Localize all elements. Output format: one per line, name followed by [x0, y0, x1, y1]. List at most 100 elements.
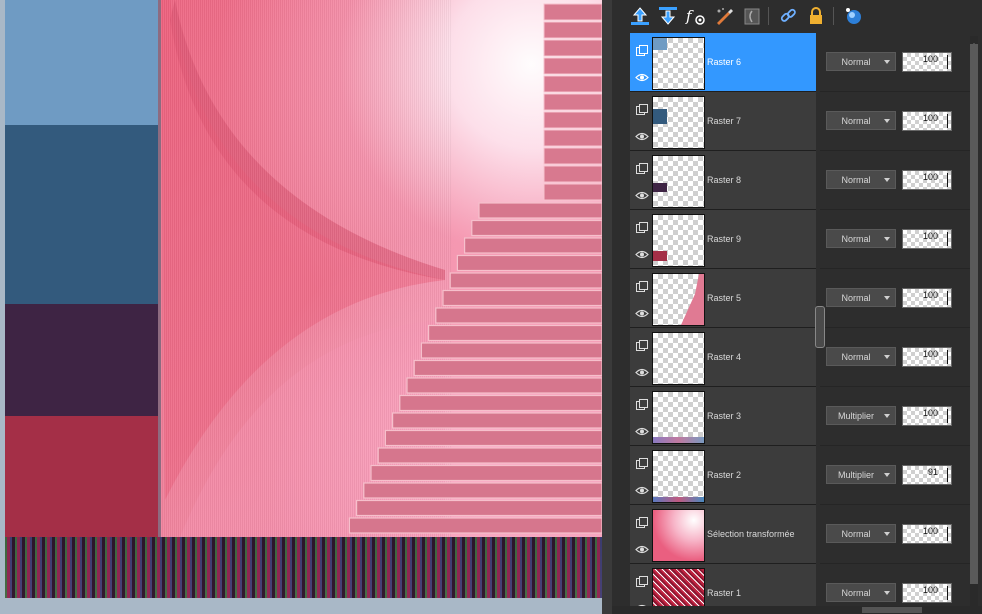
layer-thumbnail[interactable] — [652, 332, 705, 385]
layer-row-main[interactable]: Raster 7 — [630, 92, 816, 151]
layer-row-main[interactable]: Raster 3 — [630, 387, 816, 446]
layer-group-icon[interactable] — [636, 574, 649, 587]
visibility-eye-icon[interactable] — [635, 305, 649, 318]
layer-group-icon[interactable] — [636, 397, 649, 410]
layer-group-icon[interactable] — [636, 338, 649, 351]
opacity-field[interactable]: 100 — [902, 52, 952, 72]
layer-row[interactable]: Raster 2 Multiplier 91 — [630, 446, 970, 505]
layer-row-main[interactable]: Sélection transformée — [630, 505, 816, 564]
opacity-field[interactable]: 100 — [902, 111, 952, 131]
layer-row[interactable]: Raster 5 Normal 100 — [630, 269, 970, 328]
blend-mode-dropdown[interactable]: Multiplier — [826, 406, 896, 425]
opacity-slider-marker[interactable] — [947, 350, 948, 364]
visibility-eye-icon[interactable] — [635, 128, 649, 141]
layer-thumbnail[interactable] — [652, 37, 705, 90]
opacity-field[interactable]: 100 — [902, 229, 952, 249]
scrollbar-thumb[interactable] — [970, 44, 978, 584]
opacity-field[interactable]: 100 — [902, 347, 952, 367]
opacity-slider-marker[interactable] — [947, 527, 948, 541]
move-layer-down-icon[interactable] — [657, 5, 679, 27]
opacity-field[interactable]: 91 — [902, 465, 952, 485]
layer-group-icon[interactable] — [636, 279, 649, 292]
horizontal-scrollbar[interactable] — [612, 606, 982, 614]
opacity-slider-marker[interactable] — [947, 409, 948, 423]
layer-name[interactable]: Raster 5 — [707, 293, 741, 303]
layer-row-main[interactable]: Raster 4 — [630, 328, 816, 387]
blend-mode-dropdown[interactable]: Normal — [826, 52, 896, 71]
opacity-slider-marker[interactable] — [947, 468, 948, 482]
opacity-field[interactable]: 100 — [902, 288, 952, 308]
canvas-image[interactable] — [5, 0, 602, 598]
layer-thumbnail[interactable] — [652, 273, 705, 326]
layer-row-main[interactable]: Raster 6 — [630, 33, 816, 92]
blend-mode-dropdown[interactable]: Normal — [826, 524, 896, 543]
visibility-eye-icon[interactable] — [635, 541, 649, 554]
visibility-eye-icon[interactable] — [635, 69, 649, 82]
visibility-eye-icon[interactable] — [635, 364, 649, 377]
layer-thumbnail[interactable] — [652, 391, 705, 444]
blend-mode-dropdown[interactable]: Normal — [826, 111, 896, 130]
layer-group-icon[interactable] — [636, 220, 649, 233]
layer-name[interactable]: Raster 4 — [707, 352, 741, 362]
layer-row[interactable]: Raster 8 Normal 100 — [630, 151, 970, 210]
canvas-area[interactable] — [0, 0, 612, 614]
lock-icon[interactable] — [805, 5, 827, 27]
opacity-slider-marker[interactable] — [947, 173, 948, 187]
layer-group-icon[interactable] — [636, 456, 649, 469]
blend-mode-dropdown[interactable]: Normal — [826, 288, 896, 307]
layer-row-main[interactable]: Raster 5 — [630, 269, 816, 328]
opacity-field[interactable]: 100 — [902, 170, 952, 190]
layer-name[interactable]: Raster 7 — [707, 116, 741, 126]
layer-name[interactable]: Raster 2 — [707, 470, 741, 480]
layer-thumbnail[interactable] — [652, 450, 705, 503]
hscrollbar-thumb[interactable] — [862, 607, 922, 613]
blend-mode-dropdown[interactable]: Normal — [826, 170, 896, 189]
blend-mode-dropdown[interactable]: Normal — [826, 583, 896, 602]
opacity-slider-marker[interactable] — [947, 232, 948, 246]
opacity-slider-marker[interactable] — [947, 291, 948, 305]
layer-group-icon[interactable] — [636, 515, 649, 528]
visibility-eye-icon[interactable] — [635, 187, 649, 200]
layer-row[interactable]: Raster 3 Multiplier 100 — [630, 387, 970, 446]
layer-name[interactable]: Raster 6 — [707, 57, 741, 67]
layer-group-icon[interactable] — [636, 102, 649, 115]
blend-mode-dropdown[interactable]: Multiplier — [826, 465, 896, 484]
layer-row-main[interactable]: Raster 2 — [630, 446, 816, 505]
layer-name[interactable]: Raster 8 — [707, 175, 741, 185]
vertical-scrollbar[interactable] — [970, 36, 978, 614]
layer-thumbnail[interactable] — [652, 509, 705, 562]
layer-properties-icon[interactable] — [842, 5, 864, 27]
visibility-eye-icon[interactable] — [635, 246, 649, 259]
layer-name[interactable]: Raster 3 — [707, 411, 741, 421]
layer-row[interactable]: Raster 6 Normal 100 — [630, 33, 970, 92]
blend-mode-dropdown[interactable]: Normal — [826, 347, 896, 366]
layer-name[interactable]: Raster 1 — [707, 588, 741, 598]
visibility-eye-icon[interactable] — [635, 423, 649, 436]
layer-effects-icon[interactable]: f — [685, 5, 707, 27]
layer-name[interactable]: Raster 9 — [707, 234, 741, 244]
move-layer-up-icon[interactable] — [629, 5, 651, 27]
layer-group-icon[interactable] — [636, 43, 649, 56]
visibility-eye-icon[interactable] — [635, 482, 649, 495]
opacity-field[interactable]: 100 — [902, 583, 952, 603]
opacity-field[interactable]: 100 — [902, 524, 952, 544]
panel-collapse-handle[interactable] — [815, 306, 825, 348]
link-icon[interactable] — [777, 5, 799, 27]
mask-icon[interactable] — [741, 5, 763, 27]
layer-thumbnail[interactable] — [652, 214, 705, 267]
opacity-slider-marker[interactable] — [947, 586, 948, 600]
layer-row[interactable]: Raster 4 Normal 100 — [630, 328, 970, 387]
layer-name[interactable]: Sélection transformée — [707, 529, 795, 539]
layer-row[interactable]: Raster 7 Normal 100 — [630, 92, 970, 151]
layer-row[interactable]: Sélection transformée Normal 100 — [630, 505, 970, 564]
layer-group-icon[interactable] — [636, 161, 649, 174]
scroll-up-icon[interactable] — [970, 36, 978, 47]
layer-row-main[interactable]: Raster 9 — [630, 210, 816, 269]
opacity-field[interactable]: 100 — [902, 406, 952, 426]
opacity-slider-marker[interactable] — [947, 55, 948, 69]
blend-mode-dropdown[interactable]: Normal — [826, 229, 896, 248]
layer-thumbnail[interactable] — [652, 155, 705, 208]
layer-row-main[interactable]: Raster 8 — [630, 151, 816, 210]
layer-thumbnail[interactable] — [652, 96, 705, 149]
opacity-slider-marker[interactable] — [947, 114, 948, 128]
